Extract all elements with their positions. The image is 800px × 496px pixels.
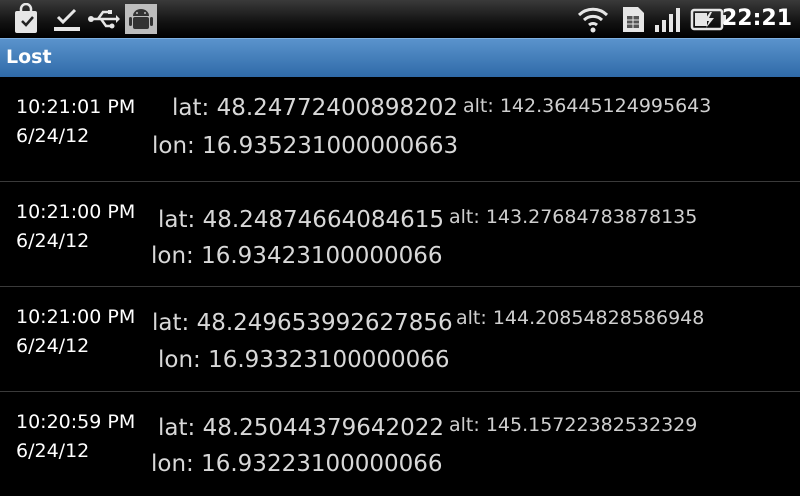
wifi-icon xyxy=(576,3,610,35)
list-item[interactable]: 10:21:01 PM 6/24/12 lat: 48.247724008982… xyxy=(0,77,800,182)
download-complete-icon xyxy=(50,3,84,35)
sim-card-icon xyxy=(616,3,650,35)
status-clock: 22:21 xyxy=(721,6,792,31)
entry-date: 6/24/12 xyxy=(16,230,90,252)
entry-latitude: lat: 48.24772400898202 xyxy=(172,95,459,121)
entry-longitude: lon: 16.93223100000066 xyxy=(151,451,443,477)
entry-altitude: alt: 144.20854828586948 xyxy=(456,307,705,329)
entry-longitude: lon: 16.935231000000663 xyxy=(152,133,459,159)
entry-latitude: lat: 48.24874664084615 xyxy=(158,207,445,233)
entry-time: 10:21:00 PM xyxy=(16,306,136,328)
entry-longitude: lon: 16.93423100000066 xyxy=(151,243,443,269)
list-item[interactable]: 10:21:00 PM 6/24/12 lat: 48.248746640846… xyxy=(0,182,800,287)
app-title-bar: Lost xyxy=(0,38,800,77)
entry-longitude: lon: 16.93323100000066 xyxy=(158,347,450,373)
entry-date: 6/24/12 xyxy=(16,440,90,462)
entry-time: 10:20:59 PM xyxy=(16,411,136,433)
entry-altitude: alt: 143.27684783878135 xyxy=(449,206,698,228)
location-list[interactable]: 10:21:01 PM 6/24/12 lat: 48.247724008982… xyxy=(0,77,800,496)
app-title: Lost xyxy=(6,46,52,68)
list-item[interactable]: 10:21:00 PM 6/24/12 lat: 48.249653992627… xyxy=(0,287,800,392)
usb-icon xyxy=(86,3,120,35)
entry-time: 10:21:00 PM xyxy=(16,201,136,223)
entry-date: 6/24/12 xyxy=(16,335,90,357)
entry-latitude: lat: 48.249653992627856 xyxy=(152,310,453,336)
entry-time: 10:21:01 PM xyxy=(16,96,136,118)
entry-altitude: alt: 145.15722382532329 xyxy=(449,414,698,436)
shopping-bag-icon xyxy=(10,3,44,35)
entry-date: 6/24/12 xyxy=(16,125,90,147)
entry-latitude: lat: 48.25044379642022 xyxy=(158,415,445,441)
android-debug-icon xyxy=(124,3,158,35)
status-bar: 22:21 xyxy=(0,0,800,38)
entry-altitude: alt: 142.36445124995643 xyxy=(463,95,712,117)
list-item[interactable]: 10:20:59 PM 6/24/12 lat: 48.250443796420… xyxy=(0,392,800,496)
signal-bars-icon xyxy=(652,3,686,35)
